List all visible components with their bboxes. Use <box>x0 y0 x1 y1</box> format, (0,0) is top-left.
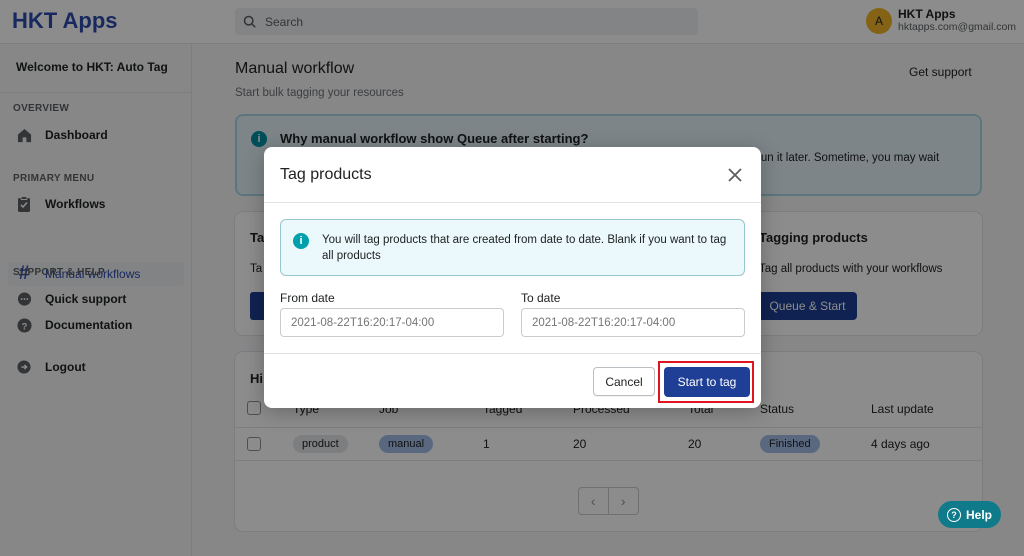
modal-divider <box>264 202 761 203</box>
help-icon: ? <box>946 507 961 522</box>
info-text: You will tag products that are created f… <box>322 234 727 262</box>
help-label: Help <box>965 507 992 522</box>
start-to-tag-button[interactable]: Start to tag <box>664 367 750 397</box>
to-date-input[interactable] <box>521 308 745 337</box>
from-date-input[interactable] <box>280 308 504 337</box>
info-icon: i <box>293 233 309 249</box>
help-button[interactable]: ? Help <box>938 501 1001 528</box>
modal-divider <box>264 353 761 354</box>
to-date-label: To date <box>521 291 561 305</box>
modal-title: Tag products <box>280 166 372 183</box>
from-date-label: From date <box>280 291 335 305</box>
highlight-box: Start to tag <box>658 361 754 403</box>
cancel-button[interactable]: Cancel <box>593 367 655 396</box>
info-callout: i You will tag products that are created… <box>280 219 745 276</box>
tag-products-modal: Tag products i You will tag products tha… <box>264 147 761 408</box>
close-icon[interactable] <box>725 165 745 185</box>
